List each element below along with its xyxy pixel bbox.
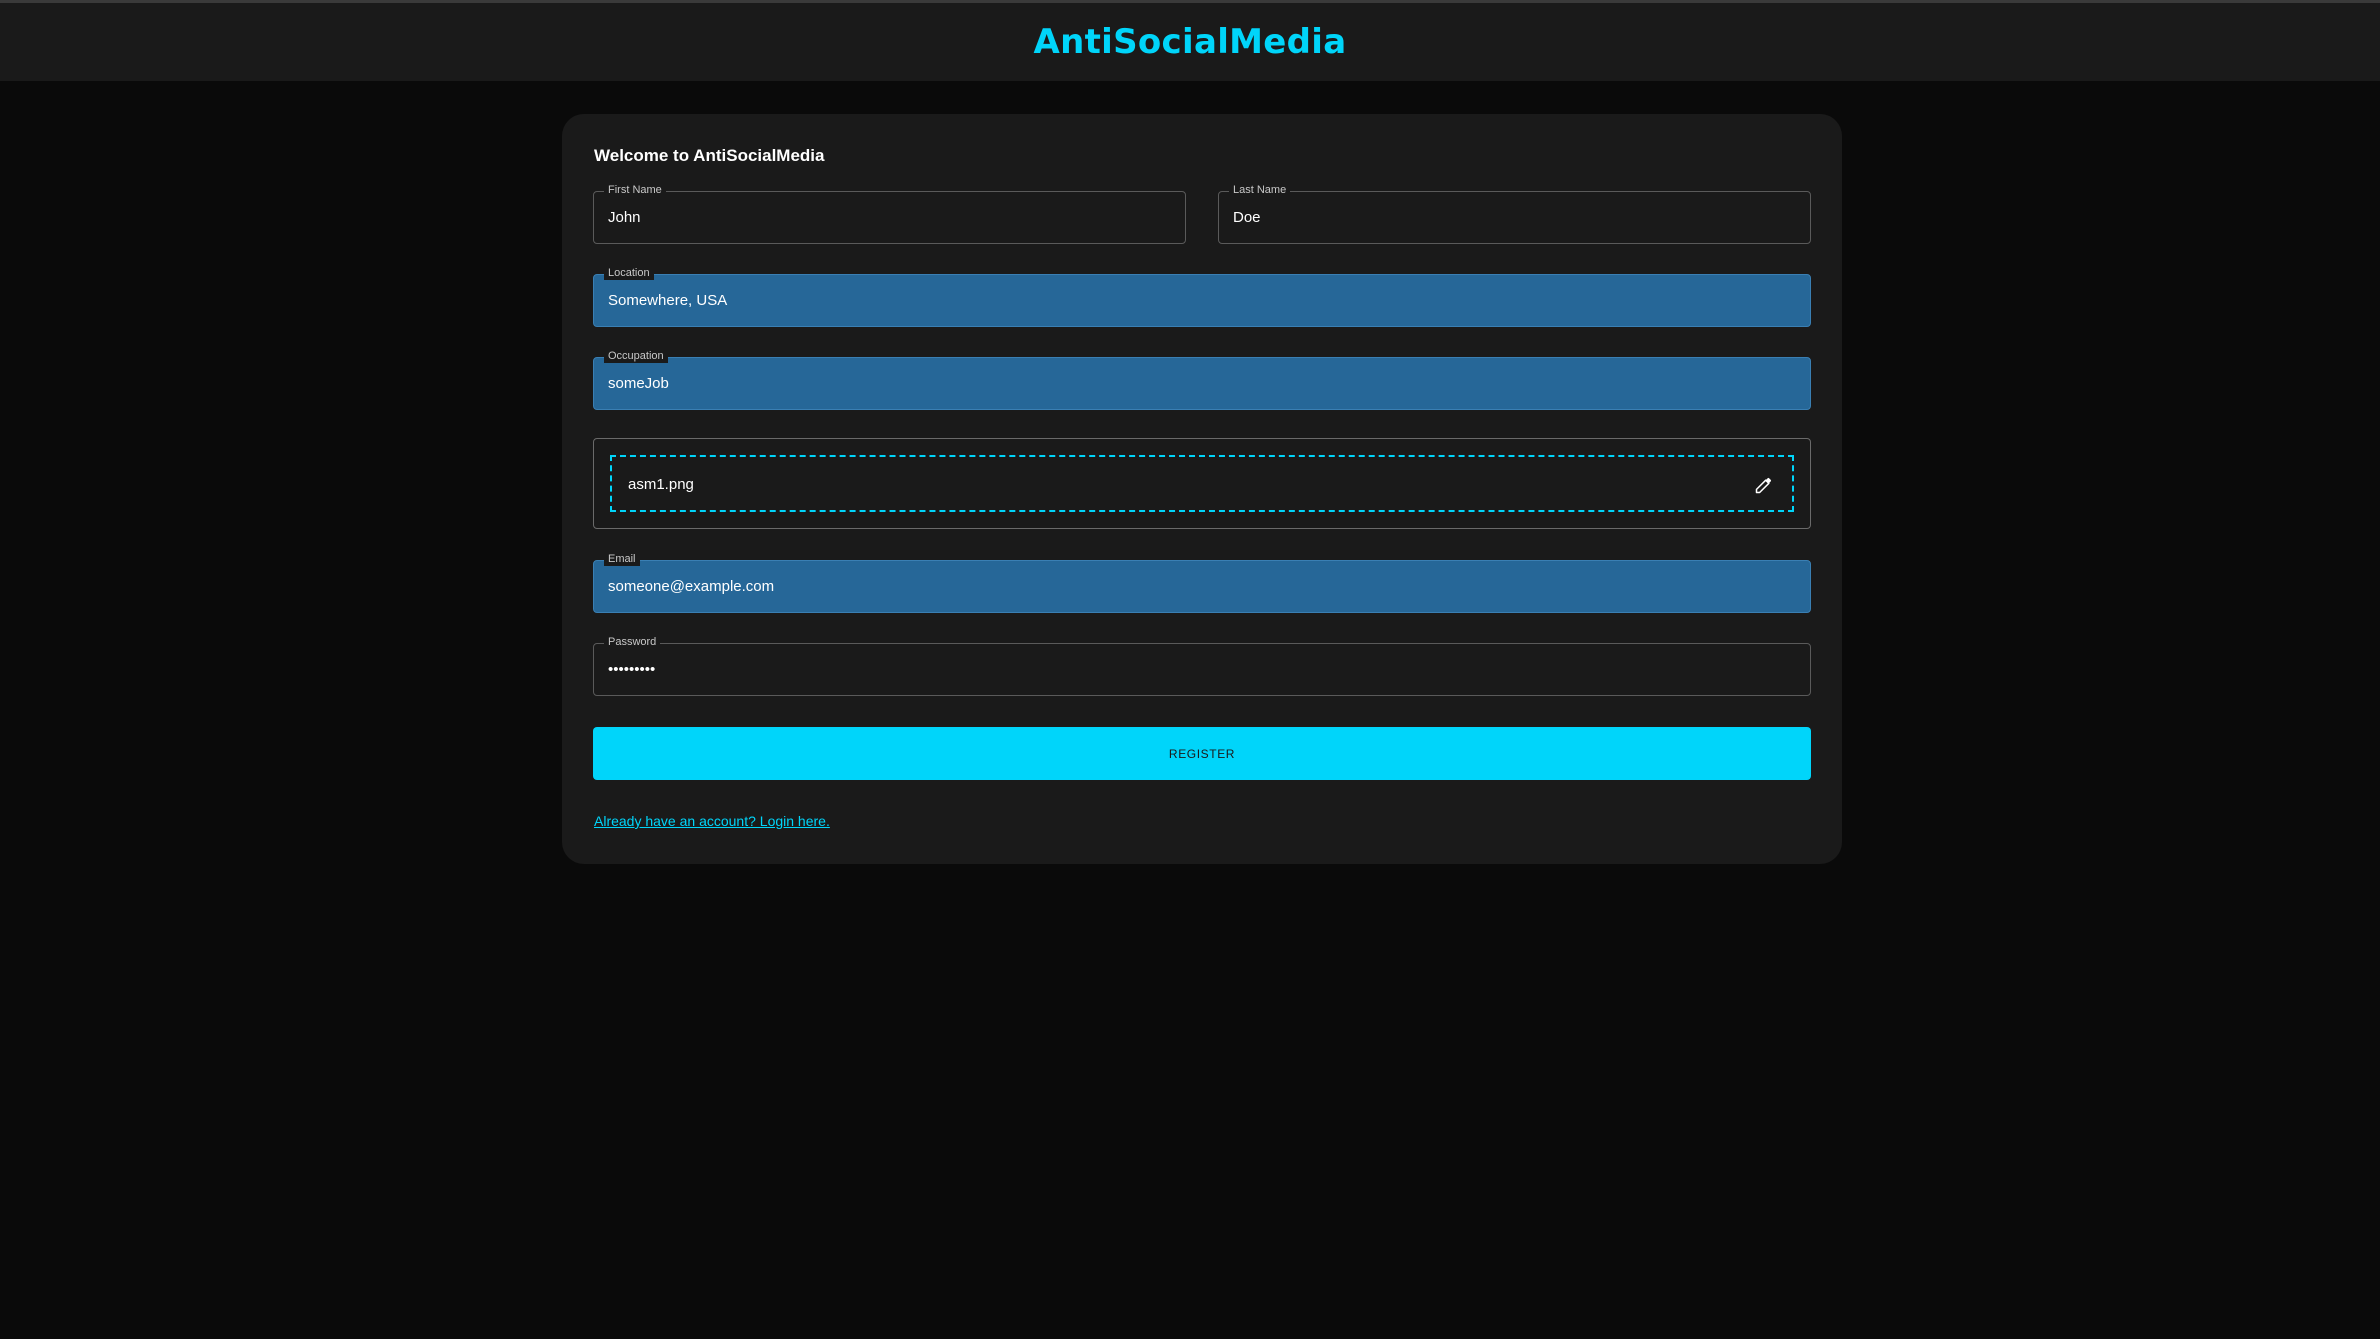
occupation-field[interactable]: Occupation someJob	[593, 349, 1811, 410]
picture-filename: asm1.png	[628, 476, 694, 493]
brand-title[interactable]: AntiSocialMedia	[1033, 22, 1346, 62]
password-value[interactable]: •••••••••	[608, 644, 655, 695]
picture-dropzone[interactable]: asm1.png	[610, 455, 1794, 512]
first-name-field[interactable]: First Name John	[593, 183, 1186, 244]
email-value[interactable]: someone@example.com	[608, 561, 774, 612]
email-field[interactable]: Email someone@example.com	[593, 552, 1811, 613]
top-bar: AntiSocialMedia	[0, 0, 2380, 81]
location-value[interactable]: Somewhere, USA	[608, 275, 727, 326]
edit-icon[interactable]	[1754, 475, 1774, 495]
last-name-value[interactable]: Doe	[1233, 192, 1261, 243]
first-name-value[interactable]: John	[608, 192, 641, 243]
last-name-field[interactable]: Last Name Doe	[1218, 183, 1811, 244]
location-field[interactable]: Location Somewhere, USA	[593, 266, 1811, 327]
login-link[interactable]: Already have an account? Login here.	[594, 813, 830, 829]
register-card: Welcome to AntiSocialMedia First Name Jo…	[562, 114, 1842, 864]
welcome-heading: Welcome to AntiSocialMedia	[594, 146, 825, 165]
occupation-value[interactable]: someJob	[608, 358, 669, 409]
picture-upload-box: asm1.png	[593, 438, 1811, 529]
register-button[interactable]: REGISTER	[593, 727, 1811, 780]
password-field[interactable]: Password •••••••••	[593, 635, 1811, 696]
